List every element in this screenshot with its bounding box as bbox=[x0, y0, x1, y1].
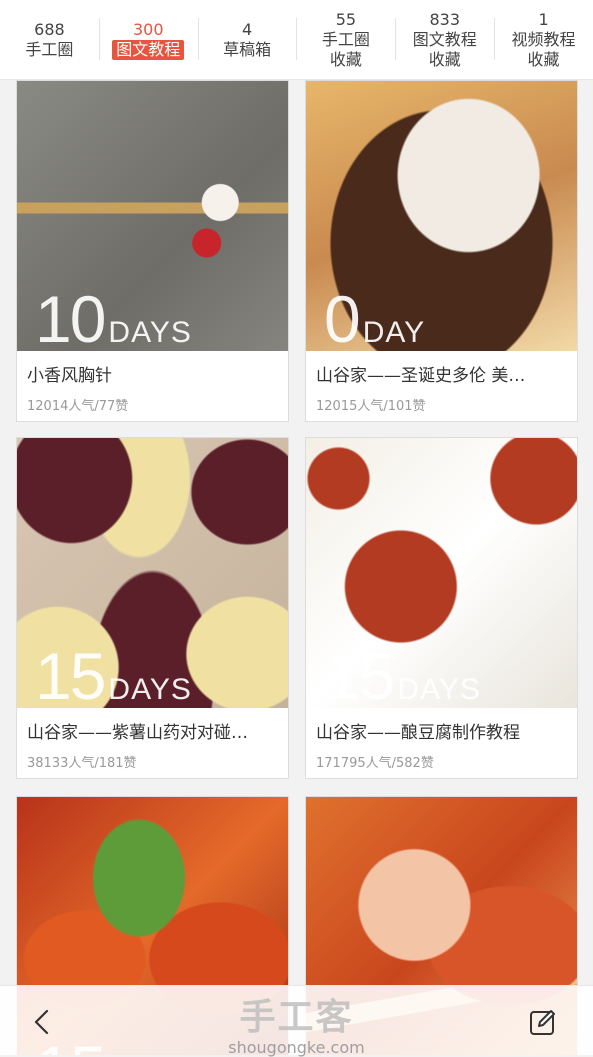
tab-bar: 688 手工圈 300 图文教程 4 草稿箱 55 手工圈 收藏 833 图文教… bbox=[0, 0, 593, 80]
back-button[interactable] bbox=[22, 1004, 62, 1040]
tutorial-thumbnail[interactable]: 10 DAYS bbox=[17, 81, 288, 351]
days-overlay: 0 DAY bbox=[324, 281, 425, 351]
tab-label: 手工圈 bbox=[25, 39, 74, 59]
back-chevron-icon bbox=[34, 1009, 49, 1035]
card-stats: 12014人气/77赞 bbox=[27, 399, 129, 414]
card-meta: 小香风胸针 12014人气/77赞 bbox=[17, 351, 288, 421]
card-meta: 山谷家——酿豆腐制作教程 171795人气/582赞 bbox=[306, 708, 577, 778]
tab-count: 833 bbox=[429, 9, 460, 29]
tab-circle-favorites[interactable]: 55 手工圈 收藏 bbox=[296, 0, 395, 79]
watermark-url: shougongke.com bbox=[228, 1038, 365, 1057]
days-overlay: 10 DAYS bbox=[35, 281, 192, 351]
tutorial-card[interactable]: 15 DAYS 山谷家——酿豆腐制作教程 171795人气/582赞 bbox=[305, 437, 578, 779]
days-text: DAYS bbox=[108, 673, 192, 706]
tab-count: 55 bbox=[335, 9, 357, 29]
tab-label: 草稿箱 bbox=[223, 39, 272, 59]
card-meta: 山谷家——圣诞史多伦 美… 12015人气/101赞 bbox=[306, 351, 577, 421]
tab-count: 300 bbox=[132, 19, 164, 39]
card-title: 山谷家——紫薯山药对对碰… bbox=[27, 723, 248, 743]
watermark: 手工客 shougongke.com bbox=[0, 986, 593, 1057]
days-text: DAYS bbox=[397, 673, 481, 706]
days-text: DAYS bbox=[108, 316, 192, 349]
tab-label: 图文教程 bbox=[112, 39, 185, 60]
tab-video-favorites[interactable]: 1 视频教程 收藏 bbox=[494, 0, 593, 79]
tutorial-grid: 10 DAYS 小香风胸针 12014人气/77赞 0 DAY 山谷家——圣诞史多伦… bbox=[0, 80, 593, 1055]
tutorial-card[interactable]: 0 DAY 山谷家——圣诞史多伦 美… 12015人气/101赞 bbox=[305, 80, 578, 422]
tab-count: 688 bbox=[34, 19, 65, 39]
card-title: 山谷家——圣诞史多伦 美… bbox=[316, 366, 526, 386]
card-title: 山谷家——酿豆腐制作教程 bbox=[316, 723, 520, 743]
tab-circle[interactable]: 688 手工圈 bbox=[0, 0, 99, 79]
card-title: 小香风胸针 bbox=[27, 366, 112, 386]
days-number: 0 bbox=[324, 282, 361, 351]
tab-label: 手工圈 bbox=[321, 29, 370, 49]
tab-drafts[interactable]: 4 草稿箱 bbox=[197, 0, 297, 79]
days-text: DAY bbox=[362, 316, 426, 349]
days-number: 15 bbox=[324, 639, 395, 708]
card-stats: 12015人气/101赞 bbox=[316, 399, 426, 414]
card-stats: 171795人气/582赞 bbox=[316, 756, 434, 771]
tutorial-thumbnail[interactable]: 15 DAYS bbox=[17, 438, 288, 708]
tab-label-sub: 收藏 bbox=[527, 49, 560, 69]
tab-label: 图文教程 bbox=[412, 29, 477, 49]
edit-icon bbox=[530, 1010, 555, 1035]
edit-button[interactable] bbox=[523, 1004, 563, 1040]
tutorial-thumbnail[interactable]: 15 DAYS bbox=[306, 438, 577, 708]
days-number: 15 bbox=[35, 639, 106, 708]
tutorial-card[interactable]: 10 DAYS 小香风胸针 12014人气/77赞 bbox=[16, 80, 289, 422]
days-number: 10 bbox=[35, 282, 106, 351]
tab-tutorial-favorites[interactable]: 833 图文教程 收藏 bbox=[395, 0, 494, 79]
watermark-logo: 手工客 bbox=[239, 997, 354, 1038]
tab-count: 1 bbox=[538, 9, 549, 29]
tutorial-thumbnail[interactable]: 0 DAY bbox=[306, 81, 577, 351]
days-overlay: 15 DAYS bbox=[35, 638, 192, 708]
card-stats: 38133人气/181赞 bbox=[27, 756, 137, 771]
card-meta: 山谷家——紫薯山药对对碰… 38133人气/181赞 bbox=[17, 708, 288, 778]
days-overlay: 15 DAYS bbox=[324, 638, 481, 708]
tab-label-sub: 收藏 bbox=[428, 49, 461, 69]
tutorial-card[interactable]: 15 DAYS 山谷家——紫薯山药对对碰… 38133人气/181赞 bbox=[16, 437, 289, 779]
tab-label-sub: 收藏 bbox=[329, 49, 362, 69]
tab-tutorials[interactable]: 300 图文教程 bbox=[98, 0, 198, 79]
tab-count: 4 bbox=[241, 19, 253, 39]
bottom-toolbar: 手工客 shougongke.com bbox=[0, 985, 593, 1057]
tab-label: 视频教程 bbox=[511, 29, 576, 49]
